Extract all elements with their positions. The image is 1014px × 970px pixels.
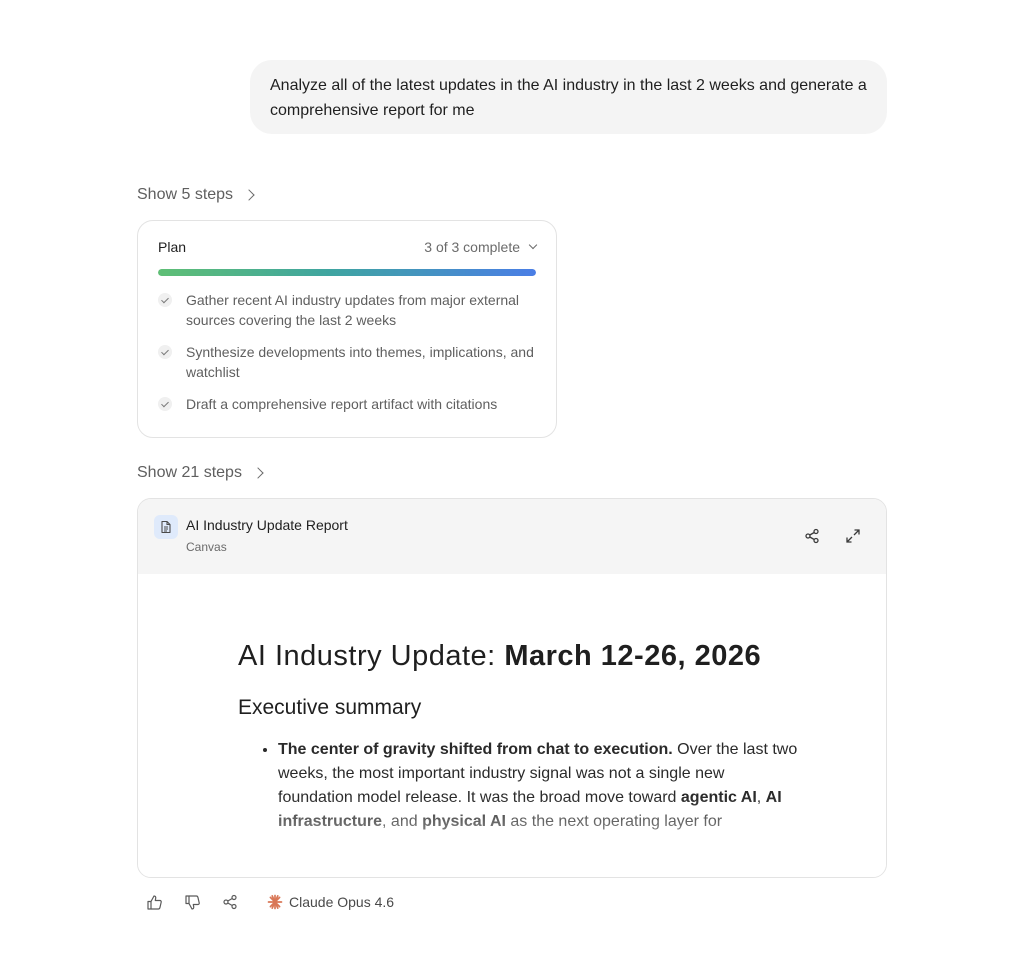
section-heading: Executive summary [238,696,422,719]
bullet-text: as the next operating layer for [505,813,723,830]
plan-status-toggle[interactable]: 3 of 3 complete [424,239,538,255]
plan-item: Gather recent AI industry updates from m… [158,290,536,330]
claude-logo-icon [267,894,283,910]
plan-item-label: Draft a comprehensive report artifact wi… [186,396,498,412]
check-icon [158,345,172,359]
plan-item-label: Synthesize developments into themes, imp… [186,344,534,380]
user-message-text: Analyze all of the latest updates in the… [270,77,867,119]
summary-bullet: The center of gravity shifted from chat … [278,738,798,834]
check-icon [158,397,172,411]
plan-card: Plan 3 of 3 complete Gather recent AI in… [137,220,557,438]
plan-items: Gather recent AI industry updates from m… [158,290,536,414]
thumbs-up-icon [146,894,162,910]
share-button[interactable] [801,525,823,547]
plan-title: Plan [158,239,187,255]
thumbs-down-icon [184,894,200,910]
show-steps-label: Show 5 steps [137,186,234,203]
thumbs-down-button[interactable] [183,893,201,911]
plan-item: Synthesize developments into themes, imp… [158,342,536,382]
chevron-right-icon [252,467,264,479]
document-title-prefix: AI Industry Update: [238,640,505,672]
bullet-term: physical AI [422,813,506,830]
expand-button[interactable] [842,525,864,547]
user-message-bubble: Analyze all of the latest updates in the… [250,60,887,134]
canvas-header: AI Industry Update Report Canvas [138,499,886,574]
plan-progress-bar [158,269,536,276]
plan-item-label: Gather recent AI industry updates from m… [186,292,520,328]
chevron-down-icon [528,240,538,250]
model-label: Claude Opus 4.6 [267,894,394,910]
plan-status-label: 3 of 3 complete [424,239,520,255]
bullet-text: , and [382,813,423,830]
bullet-term: agentic AI [680,789,757,806]
show-steps-toggle[interactable]: Show 5 steps [137,186,255,204]
show-steps-label: Show 21 steps [137,464,242,481]
plan-item: Draft a comprehensive report artifact wi… [158,394,536,414]
thumbs-up-button[interactable] [145,893,163,911]
share-message-button[interactable] [221,893,239,911]
check-icon [158,293,172,307]
bullet-text: , [756,789,766,806]
canvas-artifact-card[interactable]: AI Industry Update Report Canvas AI Indu… [137,498,887,878]
share-icon [805,528,819,544]
canvas-title[interactable]: AI Industry Update Report [186,517,348,533]
document-title-date: March 12-26, 2026 [504,640,762,672]
show-steps-toggle[interactable]: Show 21 steps [137,464,264,482]
document-icon [154,515,178,539]
bullet-lead: The center of gravity shifted from chat … [278,741,673,758]
expand-icon [846,529,860,543]
share-icon [223,894,237,910]
plan-progress-fill [158,269,536,276]
document-title: AI Industry Update: March 12-26, 2026 [238,634,798,678]
summary-list: The center of gravity shifted from chat … [238,738,798,834]
message-actions: Claude Opus 4.6 [145,893,394,911]
model-name: Claude Opus 4.6 [289,894,395,910]
canvas-document: AI Industry Update: March 12-26, 2026 Ex… [238,634,798,834]
chevron-right-icon [243,189,255,201]
canvas-type-label: Canvas [186,540,227,554]
